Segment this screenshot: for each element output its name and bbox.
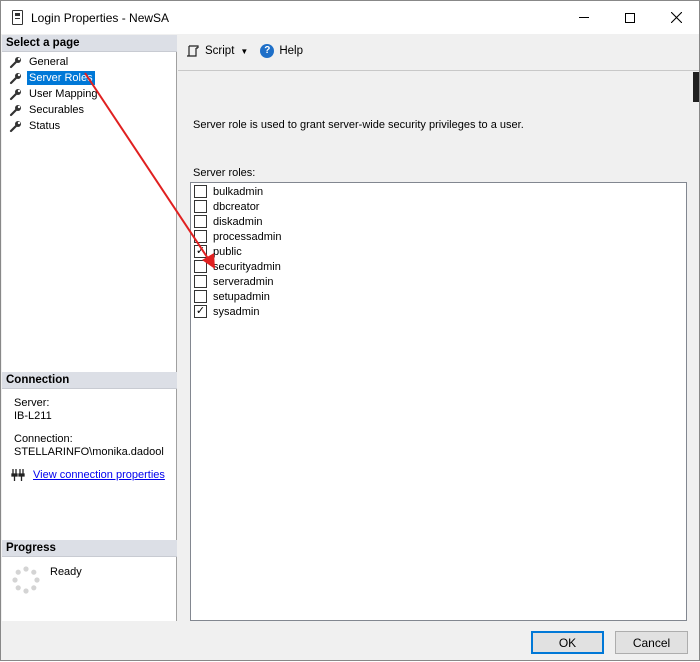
help-button[interactable]: ? Help — [260, 44, 303, 58]
help-label: Help — [279, 45, 303, 57]
close-icon — [670, 12, 682, 23]
role-name: diskadmin — [213, 215, 263, 228]
progress-status: Ready — [50, 566, 82, 578]
ok-button[interactable]: OK — [531, 631, 604, 654]
role-item[interactable]: securityadmin — [191, 259, 686, 274]
select-page-header: Select a page — [2, 35, 177, 52]
server-label: Server: — [14, 397, 50, 409]
server-value: IB-L211 — [14, 410, 52, 422]
left-pane: Select a page General Server Roles User … — [2, 35, 177, 621]
page-item-label: Server Roles — [27, 71, 95, 85]
minimize-icon — [579, 17, 589, 18]
page-item-label: User Mapping — [29, 88, 98, 100]
view-connection-row: View connection properties — [11, 468, 165, 482]
window-title: Login Properties - NewSA — [31, 10, 170, 25]
page-description: Server role is used to grant server-wide… — [193, 119, 524, 131]
server-roles-list: bulkadmin dbcreator diskadmin processadm… — [190, 182, 687, 621]
connection-properties-icon — [11, 469, 25, 481]
help-icon: ? — [260, 44, 275, 58]
checkbox[interactable] — [194, 260, 207, 273]
wrench-icon — [9, 88, 21, 100]
role-item[interactable]: processadmin — [191, 229, 686, 244]
role-item[interactable]: bulkadmin — [191, 184, 686, 199]
view-connection-properties-link[interactable]: View connection properties — [33, 469, 165, 481]
role-name: securityadmin — [213, 260, 281, 273]
wrench-icon — [9, 104, 21, 116]
chevron-down-icon[interactable]: ▼ — [240, 47, 248, 56]
wrench-icon — [9, 120, 21, 132]
role-item[interactable]: serveradmin — [191, 274, 686, 289]
app-icon — [12, 10, 23, 25]
role-item[interactable]: dbcreator — [191, 199, 686, 214]
script-icon — [187, 45, 199, 57]
wrench-icon — [9, 72, 21, 84]
role-item[interactable]: ✓ sysadmin — [191, 304, 686, 319]
checkbox[interactable] — [194, 230, 207, 243]
checkbox[interactable] — [194, 275, 207, 288]
connection-label: Connection: — [14, 433, 73, 445]
minimize-button[interactable] — [561, 1, 607, 34]
wrench-icon — [9, 56, 21, 68]
toolbar: Script ▼ ? Help — [178, 35, 699, 67]
page-item-general[interactable]: General — [2, 54, 177, 70]
page-item-user-mapping[interactable]: User Mapping — [2, 86, 177, 102]
role-name: serveradmin — [213, 275, 274, 288]
maximize-icon — [625, 12, 635, 23]
role-name: bulkadmin — [213, 185, 264, 198]
cancel-button[interactable]: Cancel — [615, 631, 688, 654]
page-item-status[interactable]: Status — [2, 118, 177, 134]
page-item-server-roles[interactable]: Server Roles — [2, 70, 177, 86]
checkbox[interactable] — [194, 200, 207, 213]
checkbox[interactable]: ✓ — [194, 245, 207, 258]
checkbox[interactable] — [194, 215, 207, 228]
role-name: sysadmin — [213, 305, 260, 318]
progress-header: Progress — [2, 540, 177, 557]
page-item-label: Securables — [29, 104, 85, 116]
script-button[interactable]: Script ▼ — [186, 44, 248, 58]
page-item-label: Status — [29, 120, 61, 132]
close-button[interactable] — [653, 1, 699, 34]
role-item[interactable]: setupadmin — [191, 289, 686, 304]
script-label: Script — [205, 45, 235, 57]
checkbox[interactable] — [194, 185, 207, 198]
checkbox[interactable]: ✓ — [194, 305, 207, 318]
progress-row: Ready — [11, 565, 82, 595]
maximize-button[interactable] — [607, 1, 653, 34]
page-item-securables[interactable]: Securables — [2, 102, 177, 118]
role-item[interactable]: ✓ public — [191, 244, 686, 259]
role-name: dbcreator — [213, 200, 260, 213]
role-name: processadmin — [213, 230, 282, 243]
background-window-edge — [693, 72, 699, 102]
server-roles-page: Server role is used to grant server-wide… — [178, 70, 699, 621]
window-controls — [561, 1, 699, 34]
server-roles-label: Server roles: — [193, 167, 256, 179]
title-bar: Login Properties - NewSA — [1, 1, 699, 34]
checkbox[interactable] — [194, 290, 207, 303]
login-properties-dialog: Login Properties - NewSA Select a page G… — [0, 0, 700, 661]
role-item[interactable]: diskadmin — [191, 214, 686, 229]
right-pane: Script ▼ ? Help Server role is used to g… — [178, 35, 699, 621]
connection-value: STELLARINFO\monika.dadool — [14, 446, 164, 458]
progress-spinner-icon — [12, 566, 40, 594]
role-name: public — [213, 245, 242, 258]
role-name: setupadmin — [213, 290, 270, 303]
connection-info: Server: IB-L211 Connection: STELLARINFO\… — [14, 397, 174, 469]
page-list: General Server Roles User Mapping Secura… — [2, 54, 177, 134]
connection-header: Connection — [2, 372, 177, 389]
page-item-label: General — [29, 56, 69, 68]
